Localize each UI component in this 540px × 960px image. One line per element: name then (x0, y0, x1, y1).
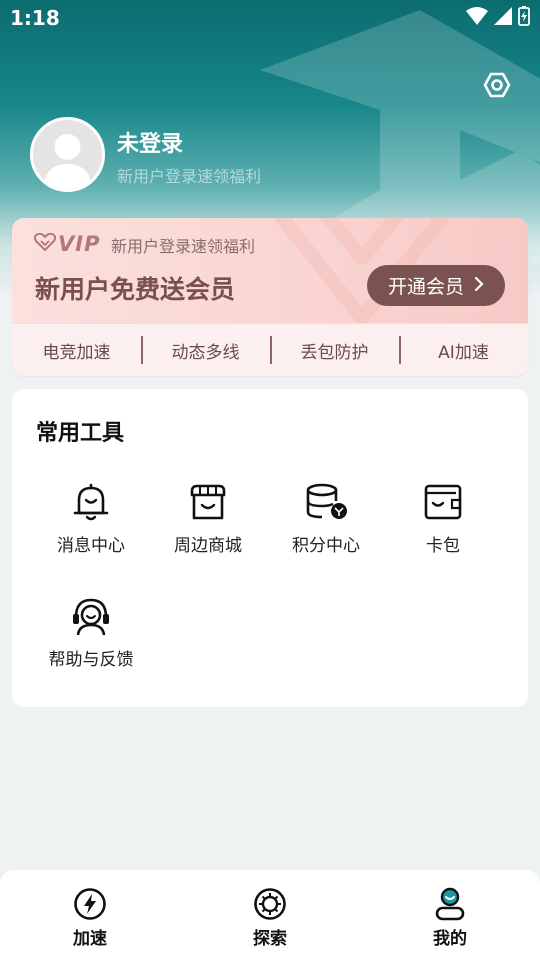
vip-heart-icon (33, 232, 57, 255)
headset-icon (68, 593, 114, 639)
settings-button[interactable] (481, 71, 513, 103)
open-membership-label: 开通会员 (387, 276, 464, 298)
vip-logo: VIP (33, 232, 101, 256)
nav-tab-explore[interactable]: 探索 (180, 870, 360, 960)
tool-label: 帮助与反馈 (48, 650, 134, 670)
tool-store[interactable]: 周边商城 (149, 479, 267, 569)
battery-charging-icon (518, 6, 530, 30)
status-bar: 1:18 (0, 0, 540, 36)
nav-label: 我的 (433, 929, 467, 949)
nav-label: 加速 (73, 929, 107, 949)
tool-help-feedback[interactable]: 帮助与反馈 (32, 593, 150, 683)
tool-label: 积分中心 (292, 536, 360, 556)
avatar[interactable] (30, 117, 105, 192)
explore-icon (252, 886, 288, 922)
wallet-icon (420, 479, 466, 525)
nav-tab-accelerate[interactable]: 加速 (0, 870, 180, 960)
login-status-label[interactable]: 未登录 (117, 126, 183, 158)
vip-feature-item[interactable]: 丢包防护 (270, 335, 399, 364)
vip-feature-item[interactable]: 电竞加速 (12, 338, 141, 363)
status-icons (466, 6, 530, 30)
tool-label: 消息中心 (57, 536, 125, 556)
tool-label: 周边商城 (174, 536, 242, 556)
vip-card[interactable]: VIP 新用户登录速领福利 新用户免费送会员 开通会员 电竞加速 动态多线 丢包… (12, 218, 528, 376)
tool-wallet[interactable]: 卡包 (384, 479, 502, 569)
common-tools-title: 常用工具 (36, 421, 125, 446)
vip-feature-item[interactable]: AI加速 (399, 335, 528, 364)
status-time: 1:18 (10, 6, 60, 30)
bell-icon (68, 479, 114, 525)
nav-label: 探索 (253, 929, 287, 949)
wifi-icon (466, 7, 488, 29)
coins-icon (303, 479, 349, 525)
settings-icon (483, 71, 511, 103)
vip-features: 电竞加速 动态多线 丢包防护 AI加速 (12, 323, 528, 376)
lightning-icon (72, 886, 108, 922)
tool-points-center[interactable]: 积分中心 (267, 479, 385, 569)
profile-icon (432, 886, 468, 922)
common-tools-card: 常用工具 消息中心 周边商城 积分中心 卡包 帮助与反馈 (12, 389, 528, 707)
vip-title: 新用户免费送会员 (35, 275, 236, 304)
login-hint: 新用户登录速领福利 (117, 167, 262, 186)
bottom-nav: 加速 探索 我的 (0, 870, 540, 960)
chevron-right-icon (474, 275, 484, 297)
open-membership-button[interactable]: 开通会员 (367, 265, 505, 306)
vip-banner: VIP 新用户登录速领福利 新用户免费送会员 开通会员 (12, 218, 528, 323)
default-avatar-icon (33, 120, 102, 189)
store-icon (185, 479, 231, 525)
vip-subtitle: 新用户登录速领福利 (111, 237, 256, 256)
nav-tab-profile[interactable]: 我的 (360, 870, 540, 960)
tool-message-center[interactable]: 消息中心 (32, 479, 150, 569)
vip-feature-item[interactable]: 动态多线 (141, 335, 270, 364)
vip-logo-text: VIP (58, 232, 101, 256)
tool-label: 卡包 (426, 536, 460, 556)
signal-icon (494, 7, 512, 29)
